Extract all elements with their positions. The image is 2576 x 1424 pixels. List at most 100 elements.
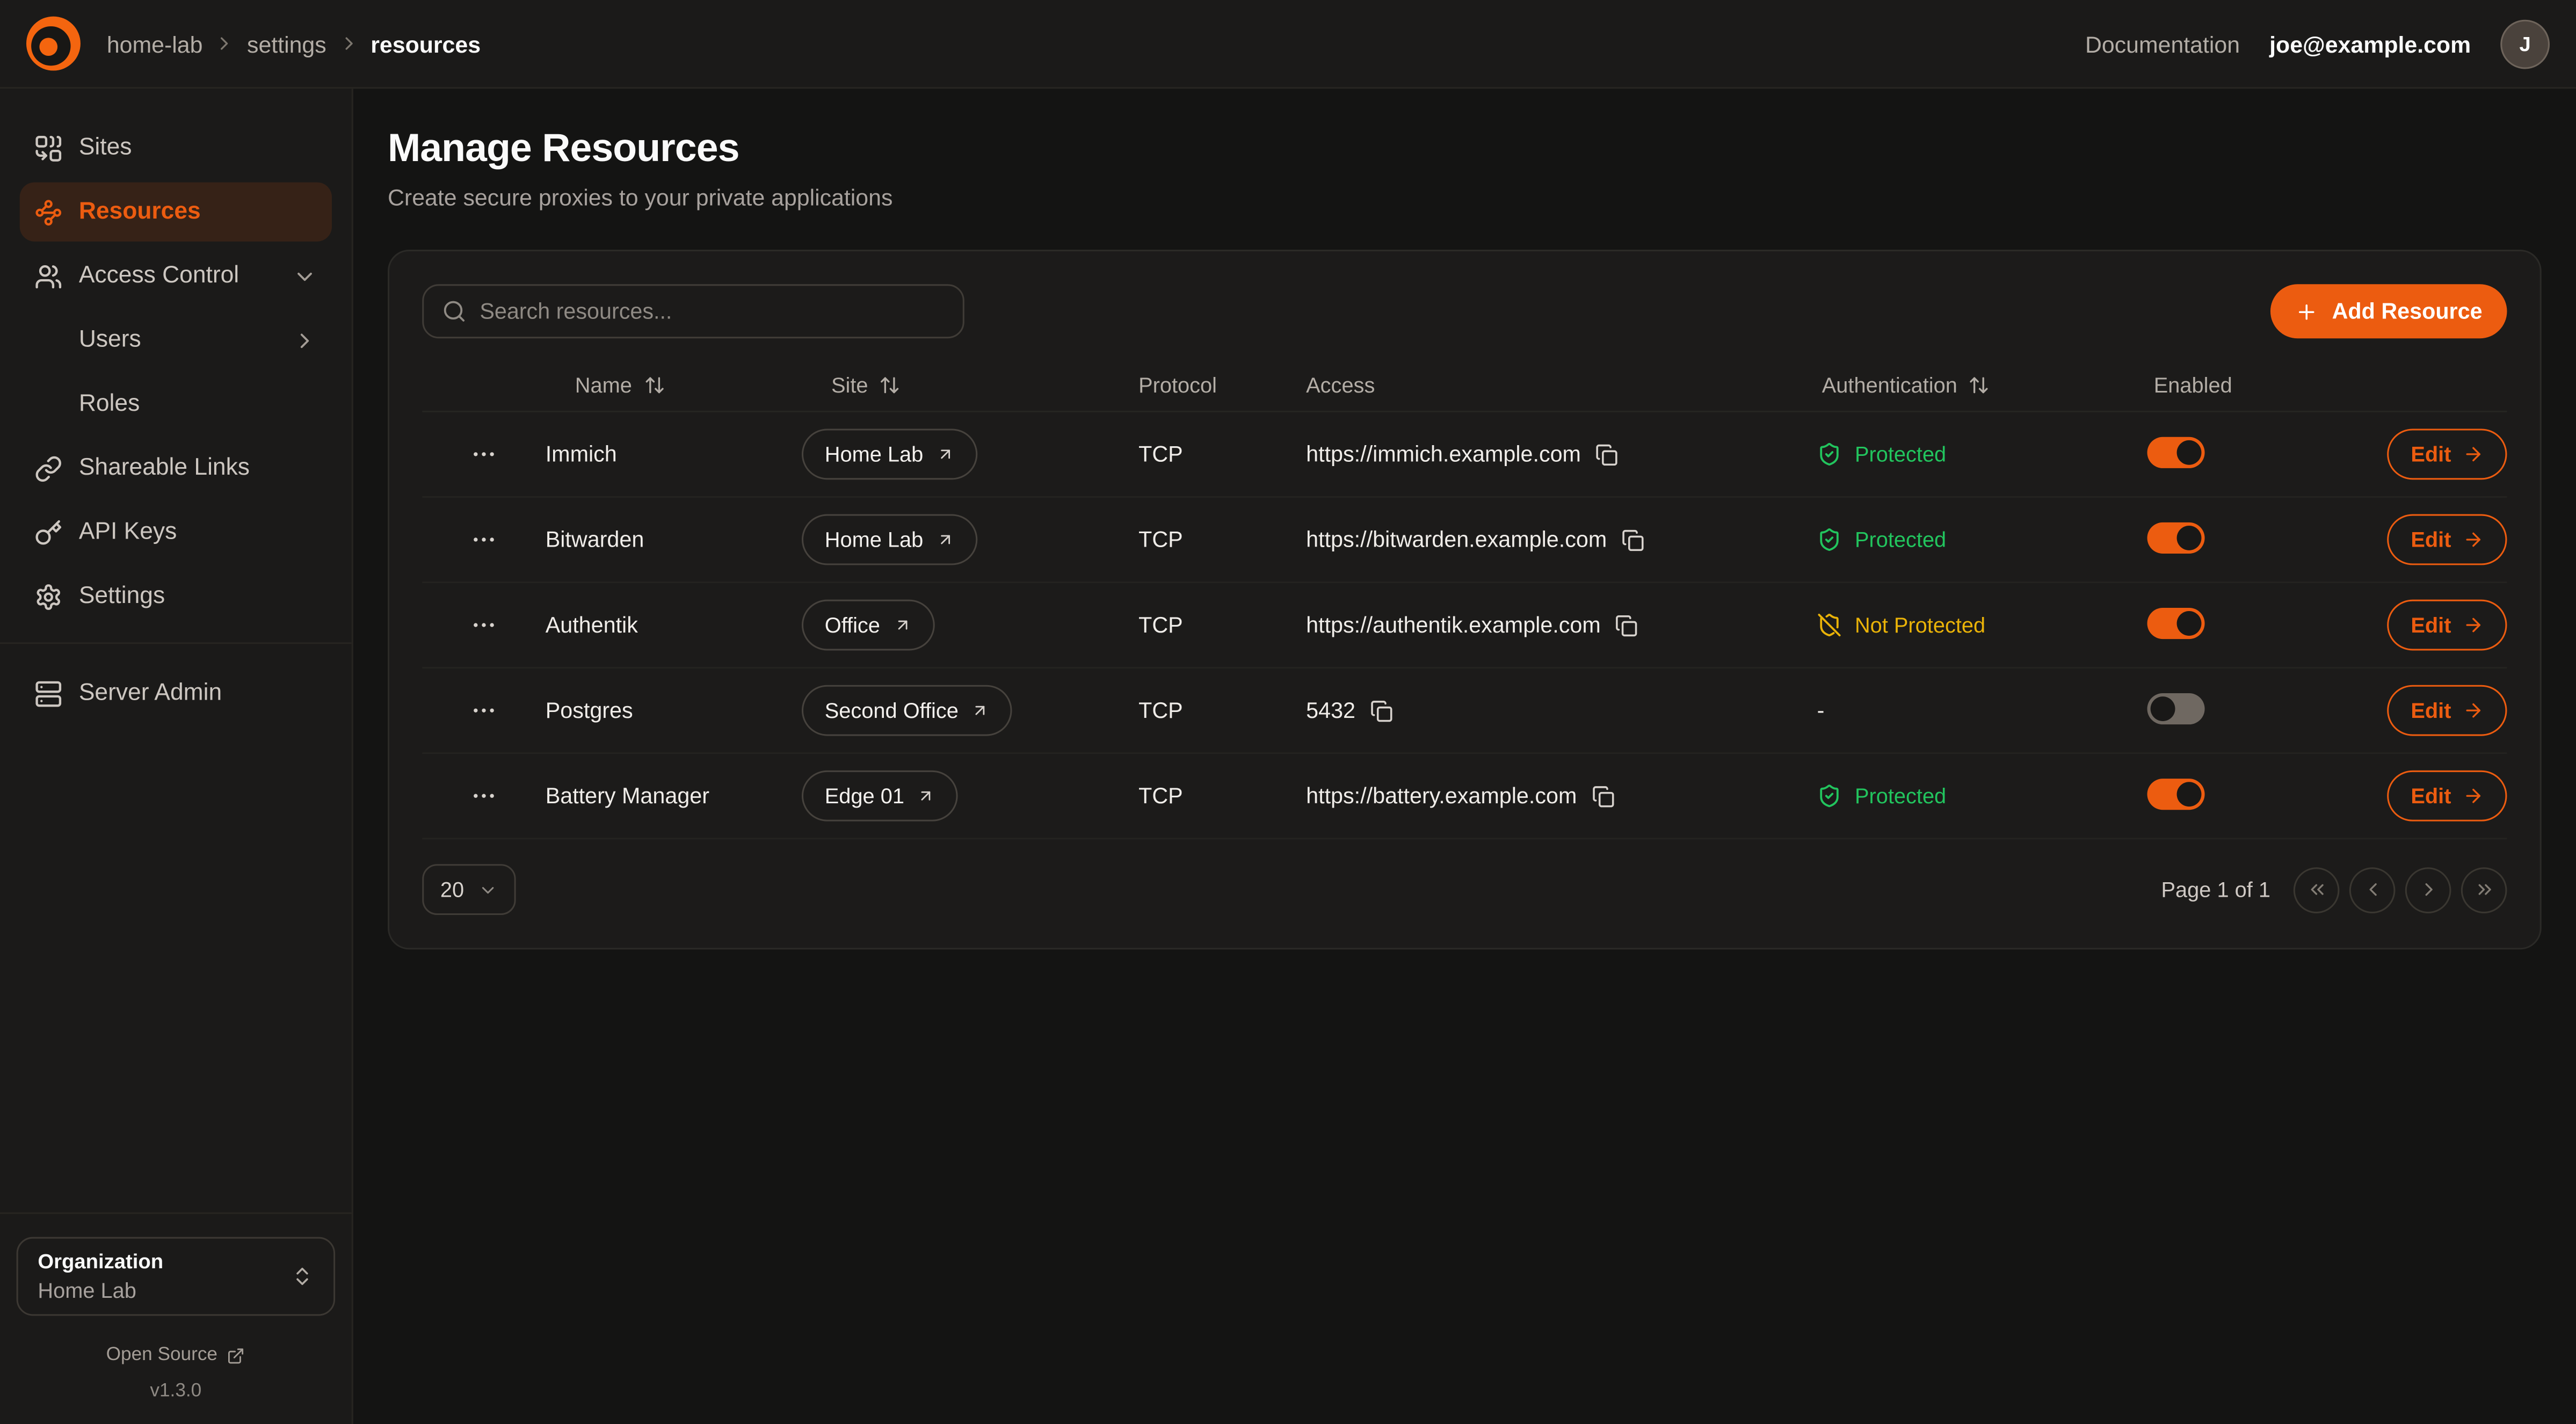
avatar[interactable]: J <box>2500 19 2550 68</box>
copy-button[interactable] <box>1370 699 1394 722</box>
enabled-toggle[interactable] <box>2147 607 2205 638</box>
protocol: TCP <box>1138 698 1306 723</box>
column-header-site[interactable]: Site <box>802 372 1138 397</box>
table-row: Battery ManagerEdge 01TCPhttps://battery… <box>422 754 2507 839</box>
edit-label: Edit <box>2411 613 2451 637</box>
column-label: Enabled <box>2154 372 2232 397</box>
row-actions-button[interactable] <box>422 782 545 810</box>
row-actions-button[interactable] <box>422 440 545 468</box>
documentation-link[interactable]: Documentation <box>2085 31 2240 57</box>
pangolin-logo-icon[interactable] <box>26 17 81 71</box>
page-title: Manage Resources <box>388 127 2542 173</box>
add-resource-label: Add Resource <box>2332 299 2483 324</box>
waypoints-icon <box>34 198 62 226</box>
shield-off-icon <box>1817 613 1842 637</box>
chevron-down-icon <box>293 264 317 288</box>
sidebar-divider <box>0 642 352 644</box>
copy-button[interactable] <box>1615 614 1638 637</box>
resources-card: Add Resource NameSiteProtocolAccessAuthe… <box>388 250 2542 949</box>
protocol: TCP <box>1138 527 1306 552</box>
sidebar-item-label: Sites <box>79 135 132 161</box>
chevron-right-icon <box>2418 879 2439 900</box>
sidebar-item-sites[interactable]: Sites <box>20 118 332 177</box>
copy-button[interactable] <box>1622 528 1645 551</box>
last-page-button[interactable] <box>2461 867 2507 913</box>
page-label: Page 1 of 1 <box>2161 877 2270 902</box>
enabled-toggle[interactable] <box>2147 692 2205 723</box>
site-name: Home Lab <box>825 527 924 552</box>
edit-button[interactable]: Edit <box>2388 514 2507 565</box>
open-source-label: Open Source <box>106 1346 217 1365</box>
site-link[interactable]: Home Lab <box>802 428 977 479</box>
ellipsis-icon <box>470 782 498 810</box>
auth-badge: Protected <box>1817 442 2147 467</box>
previous-page-button[interactable] <box>2349 867 2396 913</box>
table-header: NameSiteProtocolAccessAuthenticationEnab… <box>422 358 2507 412</box>
sidebar-item-shareable-links[interactable]: Shareable Links <box>20 439 332 498</box>
column-header-authentication[interactable]: Authentication <box>1817 372 2147 397</box>
copy-button[interactable] <box>1592 784 1615 808</box>
page-subtitle: Create secure proxies to your private ap… <box>388 184 2542 210</box>
site-link[interactable]: Edge 01 <box>802 771 959 822</box>
sidebar-item-label: Roles <box>79 391 140 417</box>
copy-icon <box>1622 528 1645 551</box>
resource-name: Battery Manager <box>546 783 802 808</box>
sidebar-item-access-control[interactable]: Access Control <box>20 246 332 306</box>
site-link[interactable]: Second Office <box>802 685 1013 736</box>
column-header-access: Access <box>1306 372 1817 397</box>
first-page-button[interactable] <box>2294 867 2340 913</box>
arrow-up-right-icon <box>937 531 955 549</box>
combine-icon <box>34 134 62 162</box>
arrow-right-icon <box>2463 444 2484 465</box>
sidebar-item-label: API Keys <box>79 519 177 546</box>
breadcrumb-separator-icon <box>214 33 236 54</box>
column-header-name[interactable]: Name <box>546 372 802 397</box>
toggle-knob <box>2177 439 2202 464</box>
protocol: TCP <box>1138 783 1306 808</box>
breadcrumb-segment-settings[interactable]: settings <box>247 31 326 57</box>
column-header-enabled: Enabled <box>2147 372 2376 397</box>
add-resource-button[interactable]: Add Resource <box>2271 284 2507 338</box>
sidebar-item-users[interactable]: Users <box>20 310 332 369</box>
copy-button[interactable] <box>1596 442 1619 466</box>
site-link[interactable]: Office <box>802 600 934 651</box>
arrow-right-icon <box>2463 529 2484 550</box>
breadcrumb-segment-resources[interactable]: resources <box>371 31 481 57</box>
resource-name: Immich <box>546 442 802 467</box>
column-label: Access <box>1306 372 1375 397</box>
organization-selector[interactable]: Organization Home Lab <box>17 1237 336 1316</box>
enabled-toggle[interactable] <box>2147 436 2205 467</box>
edit-button[interactable]: Edit <box>2388 428 2507 479</box>
sidebar-item-settings[interactable]: Settings <box>20 566 332 626</box>
user-email[interactable]: joe@example.com <box>2269 31 2471 57</box>
enabled-toggle[interactable] <box>2147 521 2205 553</box>
row-actions-button[interactable] <box>422 696 545 724</box>
edit-button[interactable]: Edit <box>2388 600 2507 651</box>
open-source-link[interactable]: Open Source <box>17 1346 336 1365</box>
next-page-button[interactable] <box>2405 867 2451 913</box>
site-link[interactable]: Home Lab <box>802 514 977 565</box>
sidebar-item-label: Settings <box>79 583 165 609</box>
breadcrumb-segment-home-lab[interactable]: home-lab <box>107 31 203 57</box>
sidebar-item-server-admin[interactable]: Server Admin <box>20 664 332 723</box>
row-actions-button[interactable] <box>422 526 545 554</box>
edit-button[interactable]: Edit <box>2388 771 2507 822</box>
enabled-toggle[interactable] <box>2147 778 2205 809</box>
sidebar-item-api-keys[interactable]: API Keys <box>20 503 332 562</box>
topbar-right: Documentation joe@example.com J <box>2085 19 2550 68</box>
row-actions-button[interactable] <box>422 611 545 639</box>
version-label: v1.3.0 <box>17 1382 336 1401</box>
auth-none: - <box>1817 698 2147 723</box>
site-name: Second Office <box>825 698 959 723</box>
page-size-select[interactable]: 20 <box>422 864 517 915</box>
arrow-right-icon <box>2463 700 2484 721</box>
sidebar-item-roles[interactable]: Roles <box>20 375 332 434</box>
edit-button[interactable]: Edit <box>2388 685 2507 736</box>
auth-badge: Protected <box>1817 527 2147 552</box>
chevron-right-icon <box>293 328 317 352</box>
sidebar-item-resources[interactable]: Resources <box>20 183 332 242</box>
chevrons-left-icon <box>2306 879 2327 900</box>
search-input[interactable] <box>480 299 945 324</box>
arrow-up-right-icon <box>917 787 935 805</box>
toggle-knob <box>2177 781 2202 806</box>
